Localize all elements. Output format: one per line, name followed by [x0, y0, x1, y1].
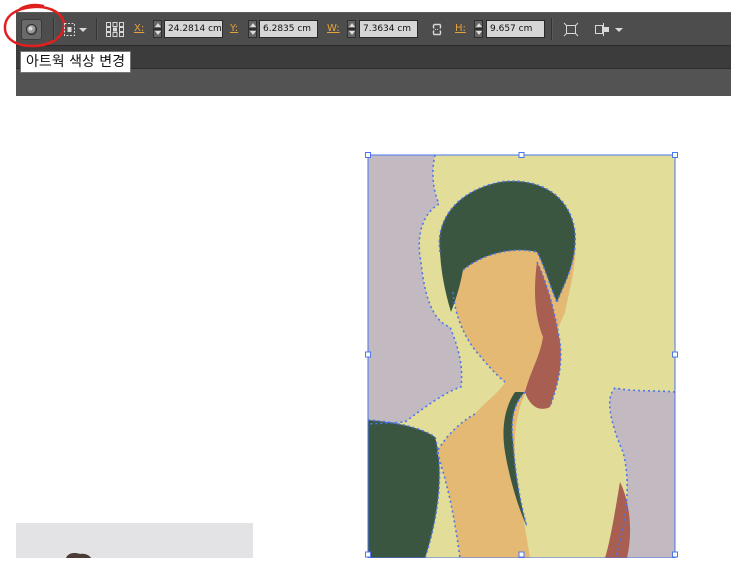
h-stepper[interactable] [474, 20, 483, 38]
chevron-down-icon[interactable] [615, 27, 623, 33]
h-field[interactable]: 9.657 cm [486, 20, 545, 38]
w-stepper-up[interactable] [347, 20, 356, 29]
reference-point-icon[interactable] [105, 21, 125, 38]
x-label: X: [134, 23, 145, 34]
toolbar-separator [551, 18, 553, 40]
w-field[interactable]: 7.3634 cm [359, 20, 418, 38]
h-stepper-up[interactable] [474, 20, 483, 29]
photo-hair-fragment [66, 553, 91, 558]
x-stepper-up[interactable] [153, 20, 162, 29]
red-highlight-circle [3, 3, 66, 48]
handle-middle-left[interactable] [365, 351, 371, 358]
artwork-shoulder-green [368, 420, 440, 558]
transform-reference-icon[interactable] [63, 22, 77, 37]
y-field[interactable]: 6.2835 cm [259, 20, 318, 38]
handle-top-right[interactable] [672, 152, 678, 158]
toolbar-separator [96, 18, 98, 40]
y-stepper-down[interactable] [248, 29, 257, 38]
y-stepper-up[interactable] [248, 20, 257, 29]
handle-top-center[interactable] [518, 152, 525, 158]
h-stepper-down[interactable] [474, 29, 483, 38]
handle-middle-right[interactable] [672, 351, 678, 358]
w-stepper-down[interactable] [347, 29, 356, 38]
align-options-icon[interactable] [594, 22, 612, 37]
artwork-canvas [365, 152, 678, 558]
handle-top-left[interactable] [365, 152, 371, 158]
w-label: W: [327, 23, 340, 34]
handle-bottom-center[interactable] [518, 551, 525, 558]
w-stepper[interactable] [347, 20, 356, 38]
x-field[interactable]: 24.2814 cm [164, 20, 223, 38]
h-label: H: [455, 23, 466, 34]
y-stepper[interactable] [248, 20, 257, 38]
handle-bottom-left[interactable] [365, 551, 371, 558]
handle-bottom-right[interactable] [672, 551, 678, 558]
x-stepper[interactable] [153, 20, 162, 38]
isolate-icon[interactable] [563, 22, 579, 37]
chevron-down-icon[interactable] [79, 27, 87, 33]
y-label: Y: [230, 23, 239, 34]
reference-photo-thumbnail [16, 523, 253, 558]
recolor-artwork-tooltip: 아트웍 색상 변경 [20, 51, 132, 73]
toolbar-separator [53, 18, 55, 40]
x-stepper-down[interactable] [153, 29, 162, 38]
constrain-proportions-icon[interactable] [429, 22, 445, 37]
